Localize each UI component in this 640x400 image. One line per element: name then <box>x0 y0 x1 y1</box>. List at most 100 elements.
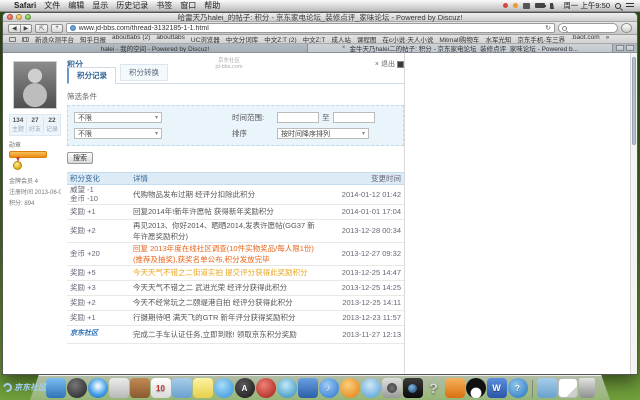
display-icon[interactable] <box>523 3 530 9</box>
tab-close-icon[interactable]: × <box>342 45 346 51</box>
reload-icon[interactable]: ↻ <box>545 24 551 32</box>
search-field[interactable] <box>558 23 618 33</box>
logout-link[interactable]: 退出 <box>381 59 395 69</box>
detail-link[interactable]: 今天不经常玩之二颐堤港自拍 经评分获得此积分 <box>133 298 293 307</box>
dock-icon[interactable] <box>579 378 595 398</box>
menu-item[interactable]: 窗口 <box>180 0 196 11</box>
dock-icon[interactable] <box>340 378 360 398</box>
sponsor-logo[interactable]: 京东社区 <box>70 330 133 339</box>
menu-item[interactable]: 书签 <box>156 0 172 11</box>
dock-icon[interactable] <box>67 378 87 398</box>
battery-icon[interactable] <box>535 3 545 8</box>
bookmark-item[interactable]: abouttabs <box>156 35 185 44</box>
detail-link[interactable]: 代购物品发布过期 经评分扣除此积分 <box>133 190 255 199</box>
dock-icon[interactable]: 10 <box>151 378 171 398</box>
dock-icon[interactable] <box>88 378 108 398</box>
bookmark-item[interactable]: 在c小说·天人小说 <box>382 35 433 44</box>
dock-icon[interactable] <box>558 378 578 398</box>
close-icon[interactable]: × <box>375 61 379 68</box>
avatar[interactable] <box>13 61 57 109</box>
dock-icon[interactable] <box>382 378 402 398</box>
medal-icon[interactable] <box>13 161 22 170</box>
top-sites-icon[interactable] <box>22 37 29 42</box>
dock-icon[interactable] <box>109 378 129 398</box>
detail-link[interactable]: 回复2014年!新年许愿帖 获得新年奖励积分 <box>133 207 274 216</box>
dock-icon[interactable]: ♪ <box>319 378 339 398</box>
detail-link[interactable]: 今天天气不错之二 武进光荣 经评分获得此积分 <box>133 283 287 292</box>
menubar-clock[interactable]: 周一 上午9:50 <box>563 0 610 11</box>
detail-link[interactable]: 今天天气不错之二街道实拍 提交评分获得此奖励积分 <box>133 268 308 277</box>
dock-icon[interactable]: ? <box>424 378 444 398</box>
table-row[interactable]: 奖励 +5 今天天气不错之二街道实拍 提交评分获得此奖励积分 2013-12-2… <box>67 266 404 281</box>
dock-icon[interactable] <box>298 378 318 398</box>
date-to-input[interactable] <box>333 112 375 123</box>
bookmark-item[interactable]: » <box>606 35 610 44</box>
operation-type-select[interactable]: 不限 ▾ <box>74 128 162 139</box>
bookmark-item[interactable]: 京东手机·车三界 <box>517 35 565 44</box>
dock-icon[interactable]: ? <box>508 378 528 398</box>
dock-icon[interactable] <box>256 378 276 398</box>
reading-list-icon[interactable] <box>9 37 16 42</box>
search-button[interactable]: 搜索 <box>67 152 93 164</box>
spotlight-icon[interactable] <box>615 3 621 9</box>
url-text[interactable]: www.jd-bbs.com/thread-3132185-1-1.html <box>79 25 542 32</box>
share-button[interactable]: ⇱ <box>35 24 48 33</box>
bookmark-item[interactable]: Mitmall购物车 <box>439 35 479 44</box>
downloads-button[interactable] <box>621 23 632 33</box>
ribbon-badge-icon[interactable] <box>9 151 47 158</box>
dock-icon[interactable] <box>466 378 486 398</box>
dock-icon[interactable] <box>277 378 297 398</box>
bookmark-item[interactable]: .baot.com <box>571 35 600 44</box>
bookmark-item[interactable]: 新浪众测平台 <box>35 35 74 44</box>
dock-icon[interactable] <box>130 378 150 398</box>
menu-item[interactable]: 文件 <box>44 0 60 11</box>
bookmark-item[interactable]: 中文Z:T (2) <box>264 35 296 44</box>
wifi-icon[interactable] <box>550 3 558 9</box>
bookmark-item[interactable]: 中文Z:T <box>303 35 326 44</box>
bookmark-item[interactable]: abouttabs (2) <box>112 35 150 44</box>
table-row[interactable]: 奖励 +2 今天不经常玩之二颐堤港自拍 经评分获得此积分 2013-12-25 … <box>67 296 404 311</box>
dock-icon[interactable] <box>445 378 465 398</box>
tab-overview-button[interactable] <box>616 45 624 51</box>
dock-icon[interactable]: A <box>235 378 255 398</box>
stat-item[interactable]: 27 好友 <box>27 117 44 133</box>
table-row[interactable]: 奖励 +1 回复2014年!新年许愿帖 获得新年奖励积分 2014-01-01 … <box>67 205 404 220</box>
tab-credit-exchange[interactable]: 积分转换 <box>120 64 168 81</box>
detail-link[interactable]: 行摄期待吧 满天飞的GTR 新年评分获得奖励积分 <box>133 313 296 322</box>
dock-icon[interactable] <box>214 378 234 398</box>
detail-link[interactable]: 再见2013、你好2014、晒晒2014,发表许愿帖(GG37 新年许愿奖励积分… <box>133 221 315 241</box>
menu-item[interactable]: 编辑 <box>68 0 84 11</box>
table-row[interactable]: 金币 +20 回复 2013年度在线社区调查(10件实物奖品/每人限1份)(推荐… <box>67 243 404 266</box>
table-row[interactable]: 奖励 +3 今天天气不错之二 武进光荣 经评分获得此积分 2013-12-25 … <box>67 281 404 296</box>
window-scrollbar[interactable] <box>630 53 637 374</box>
browser-tab-1[interactable]: halei - 我的空间 - Powered by Discuz! <box>3 44 308 52</box>
dock-icon[interactable] <box>537 378 557 398</box>
forward-button[interactable]: ▶ <box>21 24 33 33</box>
dock-icon[interactable] <box>403 378 423 398</box>
bookmark-item[interactable]: 成人站 <box>331 35 351 44</box>
title-bar[interactable]: 哈雷天乃halei_的帖子: 积分 - 京东家电论坛_装修点评_家味论坛 - P… <box>3 13 637 22</box>
sort-select[interactable]: 按时间降序排列 ▾ <box>277 128 369 139</box>
browser-tab-2-active[interactable]: × 金牛天乃halei二的帖子: 积分 - 京东家电论坛_装修点评_家味论坛 -… <box>308 44 613 52</box>
bookmark-item[interactable]: 水军光知 <box>485 35 511 44</box>
table-row[interactable]: 奖励 +2 再见2013、你好2014、晒晒2014,发表许愿帖(GG37 新年… <box>67 220 404 243</box>
menu-item[interactable]: 历史记录 <box>116 0 148 11</box>
dock-icon[interactable] <box>193 378 213 398</box>
dock-icon[interactable] <box>46 378 66 398</box>
dock-icon[interactable]: W <box>487 378 507 398</box>
tab-credit-log[interactable]: 积分记录 <box>67 67 116 84</box>
detail-link[interactable]: 回复 2013年度在线社区调查(10件实物奖品/每人限1份)(推荐及抽奖),获奖… <box>133 244 314 264</box>
menu-item[interactable]: 帮助 <box>204 0 220 11</box>
bookmark-item[interactable]: 课程图 <box>357 35 377 44</box>
stat-item[interactable]: 22 记录 <box>44 117 60 133</box>
scrollbar-thumb[interactable] <box>632 57 636 145</box>
credit-type-select[interactable]: 不限 ▾ <box>74 112 162 123</box>
dock-icon[interactable] <box>361 378 381 398</box>
mini-avatar[interactable] <box>397 61 404 68</box>
back-button[interactable]: ◀ <box>8 24 21 33</box>
bookmark-item[interactable]: 知乎日报 <box>80 35 106 44</box>
table-row[interactable]: 奖励 +1 行摄期待吧 满天飞的GTR 新年评分获得奖励积分 2013-12-2… <box>67 311 404 326</box>
menu-item[interactable]: 显示 <box>92 0 108 11</box>
new-tab-button[interactable]: + <box>51 24 63 33</box>
bookmark-item[interactable]: UC浏览器 <box>191 35 220 44</box>
